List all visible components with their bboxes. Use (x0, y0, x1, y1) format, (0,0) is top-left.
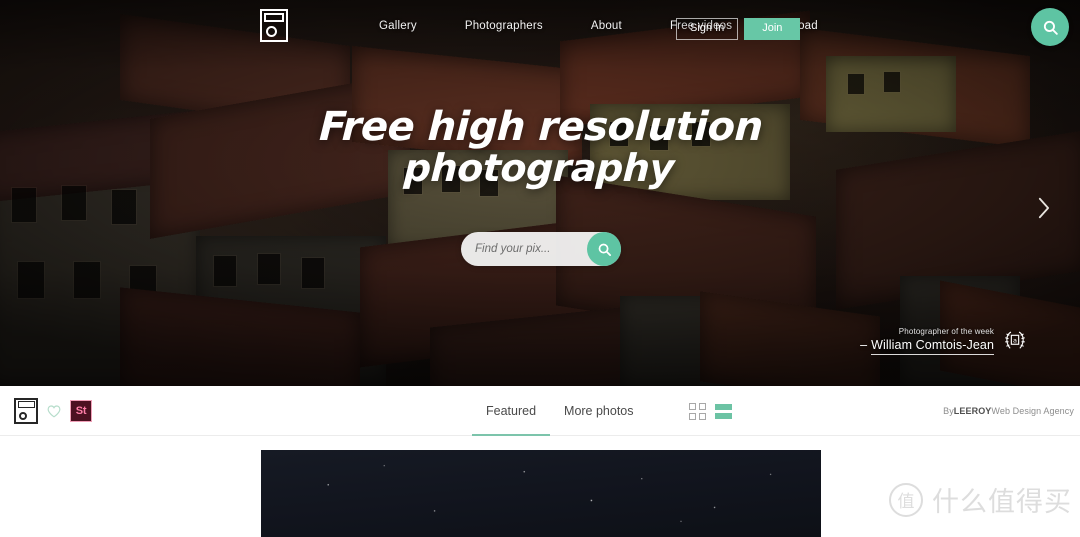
nav-link-about[interactable]: About (567, 20, 646, 32)
laurel-wreath-award-icon: a (1005, 331, 1025, 349)
toolbar-left-group: St (14, 386, 92, 436)
sign-in-button[interactable]: Sign In (676, 18, 739, 40)
agency-credit: By LEEROY Web Design Agency (943, 386, 1074, 436)
camera-logo-icon[interactable] (260, 9, 288, 43)
credit-suffix: Web Design Agency (991, 406, 1074, 416)
watermark-text: 什么值得买 (932, 487, 1072, 518)
search-icon (1043, 20, 1058, 35)
secondary-toolbar: St Featured More photos By LEEROY Web De… (0, 386, 1080, 436)
join-button[interactable]: Join (744, 18, 801, 40)
nav-link-gallery[interactable]: Gallery (355, 20, 441, 32)
adobe-stock-badge[interactable]: St (70, 400, 92, 422)
svg-text:a: a (1013, 336, 1017, 344)
tab-more-photos[interactable]: More photos (550, 386, 647, 436)
heart-icon[interactable] (47, 404, 61, 418)
list-view-icon[interactable] (715, 403, 732, 419)
search-input[interactable] (475, 232, 587, 266)
watermark-logo-icon: 值 (889, 482, 923, 517)
hero-banner: Gallery Photographers About Free videos … (0, 0, 1080, 386)
hero-search (461, 232, 621, 266)
camera-logo-icon[interactable] (14, 398, 38, 424)
hero-title: Free high resolution photography (0, 104, 1080, 190)
content-tabs: Featured More photos (472, 386, 648, 436)
chevron-right-icon (1038, 197, 1049, 219)
hero-title-line2: photography (402, 146, 675, 190)
photographer-label: Photographer of the week (898, 327, 994, 336)
hero-headline-block: Free high resolution photography (0, 104, 1080, 190)
gallery-content-area: 值 什么值得买 (0, 436, 1080, 537)
header-search-button[interactable] (1031, 8, 1069, 46)
tab-featured[interactable]: Featured (472, 386, 551, 436)
grid-view-icon[interactable] (689, 402, 706, 420)
auth-buttons: Sign In Join (676, 18, 801, 40)
search-icon (598, 243, 611, 256)
site-watermark: 值 什么值得买 (889, 480, 1072, 519)
carousel-next-button[interactable] (1030, 193, 1056, 223)
photographer-of-the-week: Photographer of the week William Comtois… (860, 327, 1028, 355)
photographer-name[interactable]: William Comtois-Jean (860, 338, 994, 355)
hero-search-submit-button[interactable] (587, 232, 621, 266)
view-toggle-group (689, 386, 732, 436)
hero-title-line1: Free high resolution (318, 104, 764, 150)
photo-card-night-sky[interactable] (261, 450, 821, 537)
nav-link-photographers[interactable]: Photographers (441, 20, 567, 32)
main-navigation: Gallery Photographers About Free videos … (0, 0, 1080, 52)
credit-prefix: By (943, 406, 954, 416)
credit-brand[interactable]: LEEROY (954, 406, 992, 416)
